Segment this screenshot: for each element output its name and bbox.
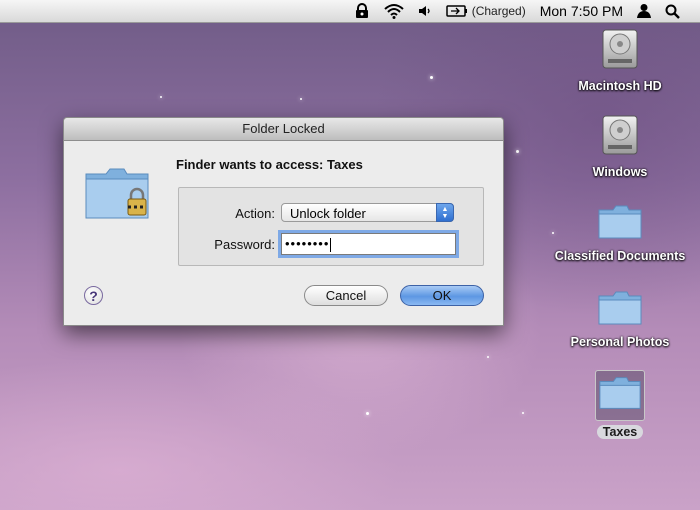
folder-icon bbox=[597, 204, 643, 245]
chevron-up-down-icon: ▲ ▼ bbox=[436, 203, 454, 222]
star bbox=[366, 412, 369, 415]
user-icon[interactable] bbox=[637, 0, 651, 22]
menu-bar: (Charged) Mon 7:50 PM bbox=[0, 0, 700, 23]
battery-status[interactable]: (Charged) bbox=[445, 0, 526, 22]
wifi-icon[interactable] bbox=[384, 0, 404, 22]
cancel-button[interactable]: Cancel bbox=[304, 285, 388, 306]
desktop-item-label: Personal Photos bbox=[570, 335, 670, 349]
action-label: Action: bbox=[235, 206, 275, 221]
star bbox=[522, 412, 524, 414]
battery-icon bbox=[445, 5, 468, 17]
action-select[interactable]: Unlock folder ▲ ▼ bbox=[281, 203, 454, 222]
credentials-box: Action: Unlock folder ▲ ▼ Password: •••••… bbox=[178, 187, 484, 266]
battery-status-label: (Charged) bbox=[471, 4, 526, 18]
desktop-item-label: Windows bbox=[592, 165, 648, 179]
action-select-value: Unlock folder bbox=[290, 206, 366, 221]
spotlight-icon[interactable] bbox=[665, 0, 680, 22]
dialog-prompt: Finder wants to access: Taxes bbox=[176, 157, 363, 172]
locked-folder-icon bbox=[84, 166, 152, 227]
ok-button[interactable]: OK bbox=[400, 285, 484, 306]
desktop-item-label: Classified Documents bbox=[554, 249, 686, 263]
desktop-item-classified-documents[interactable]: Classified Documents bbox=[550, 204, 690, 263]
menubar-clock[interactable]: Mon 7:50 PM bbox=[540, 0, 623, 22]
folder-icon bbox=[595, 370, 645, 421]
lock-icon[interactable] bbox=[354, 0, 370, 22]
password-field[interactable]: •••••••• bbox=[281, 233, 456, 255]
desktop-item-taxes[interactable]: Taxes bbox=[550, 370, 690, 439]
star bbox=[430, 76, 433, 79]
desktop-item-personal-photos[interactable]: Personal Photos bbox=[550, 290, 690, 349]
hard-drive-icon bbox=[600, 114, 640, 161]
folder-icon bbox=[597, 290, 643, 331]
volume-icon[interactable] bbox=[418, 0, 432, 22]
desktop-item-windows[interactable]: Windows bbox=[550, 114, 690, 179]
star bbox=[516, 150, 519, 153]
folder-locked-dialog: Folder Locked Finder wants to access: Ta… bbox=[63, 117, 504, 326]
password-value: •••••••• bbox=[285, 236, 330, 251]
hard-drive-icon bbox=[600, 28, 640, 75]
star bbox=[300, 98, 302, 100]
help-button[interactable]: ? bbox=[84, 286, 103, 305]
text-caret bbox=[330, 237, 332, 252]
desktop-item-macintosh-hd[interactable]: Macintosh HD bbox=[550, 28, 690, 93]
star bbox=[487, 356, 489, 358]
dialog-title: Folder Locked bbox=[64, 118, 503, 141]
desktop-item-label: Taxes bbox=[596, 425, 644, 439]
password-label: Password: bbox=[214, 237, 275, 252]
desktop-item-label: Macintosh HD bbox=[578, 79, 662, 93]
star bbox=[160, 96, 162, 98]
